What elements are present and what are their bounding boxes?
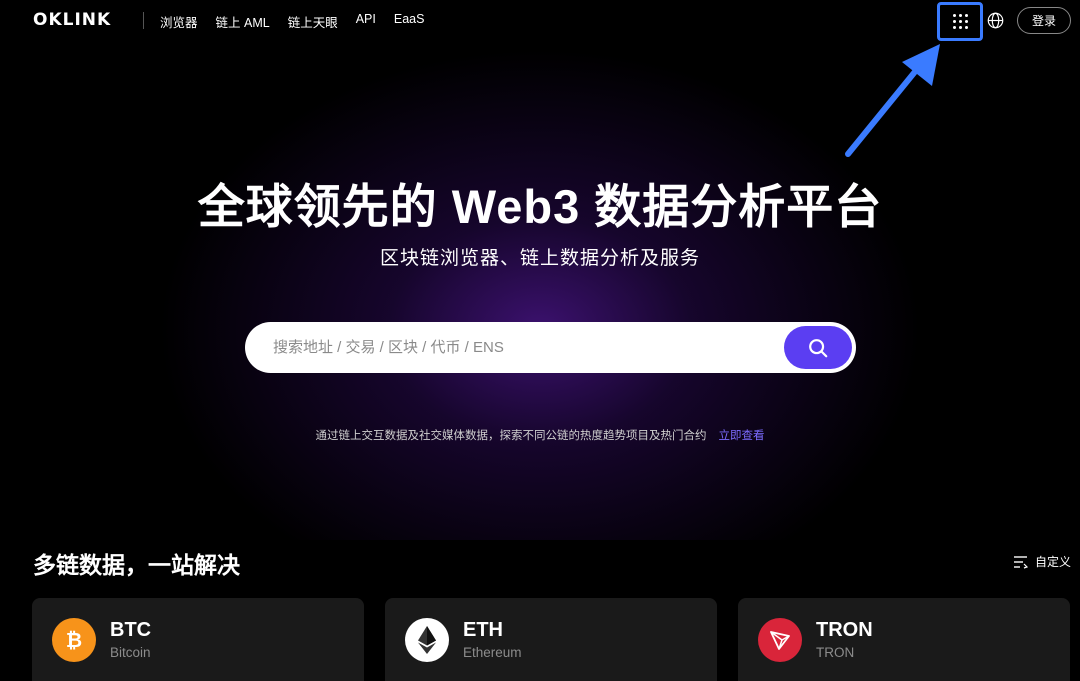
search-input[interactable] <box>273 335 773 360</box>
search-icon <box>809 338 828 357</box>
search-button[interactable] <box>784 326 852 369</box>
chain-cards: ₿ BTC Bitcoin ETH Ethereum TRON TRON <box>32 598 1070 681</box>
chain-name: TRON <box>816 645 855 660</box>
hero-title: 全球领先的 Web3 数据分析平台 <box>197 180 883 233</box>
customize-button[interactable]: 自定义 <box>1013 553 1071 570</box>
hero-subtitle: 区块链浏览器、链上数据分析及服务 <box>379 248 700 269</box>
annotation-arrow-icon <box>845 44 940 157</box>
view-now-link[interactable]: 立即查看 <box>719 430 765 442</box>
hint-text: 通过链上交互数据及社交媒体数据，探索不同公链的热度趋势项目及热门合约 <box>315 430 707 442</box>
main-nav: 浏览器 链上 AML 链上天眼 API EaaS <box>160 12 424 31</box>
list-settings-icon <box>1014 555 1028 569</box>
chain-name: Ethereum <box>463 645 522 660</box>
apps-menu-button[interactable] <box>937 2 983 41</box>
customize-label: 自定义 <box>1035 555 1072 569</box>
apps-grid-icon <box>952 14 968 29</box>
chain-card-btc[interactable]: ₿ BTC Bitcoin <box>32 598 364 681</box>
chain-symbol: ETH <box>463 619 503 641</box>
oklink-logo[interactable]: OKLINK <box>33 10 111 30</box>
nav-item-api[interactable]: API <box>356 12 376 31</box>
tron-icon <box>758 618 802 662</box>
chain-name: Bitcoin <box>110 645 151 660</box>
language-button[interactable] <box>985 10 1005 30</box>
trend-hint: 通过链上交互数据及社交媒体数据，探索不同公链的热度趋势项目及热门合约 立即查看 <box>0 427 1080 443</box>
nav-item-aml[interactable]: 链上 AML <box>216 12 270 31</box>
ethereum-icon <box>405 618 449 662</box>
nav-item-eaas[interactable]: EaaS <box>394 12 425 31</box>
svg-text:₿: ₿ <box>66 628 82 652</box>
bitcoin-icon: ₿ <box>52 618 96 662</box>
login-button[interactable]: 登录 <box>1017 7 1071 34</box>
globe-icon <box>987 12 1003 28</box>
chain-card-tron[interactable]: TRON TRON <box>738 598 1070 681</box>
nav-item-explorer[interactable]: 浏览器 <box>160 12 198 31</box>
header-divider <box>143 12 144 29</box>
search-bar <box>245 322 856 373</box>
section-title: 多链数据，一站解决 <box>33 552 240 578</box>
nav-item-onchain-eye[interactable]: 链上天眼 <box>288 12 338 31</box>
chain-symbol: BTC <box>110 619 152 641</box>
chain-symbol: TRON <box>816 619 873 641</box>
chain-card-eth[interactable]: ETH Ethereum <box>385 598 717 681</box>
top-header: OKLINK 浏览器 链上 AML 链上天眼 API EaaS 登录 <box>0 0 1080 42</box>
